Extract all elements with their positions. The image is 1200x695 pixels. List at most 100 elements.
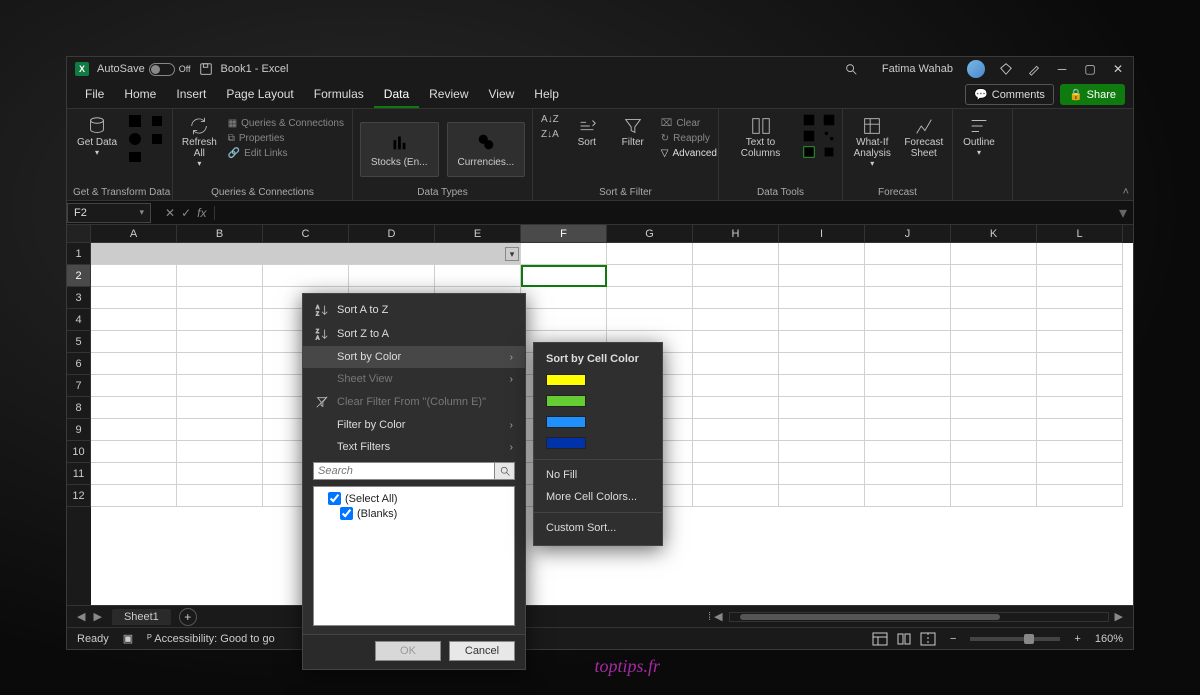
normal-view-icon[interactable] — [872, 632, 888, 646]
row-header[interactable]: 11 — [67, 463, 91, 485]
col-header[interactable]: F — [521, 225, 607, 243]
clear-filter-button[interactable]: ⌧ Clear — [659, 117, 719, 130]
zoom-slider[interactable] — [970, 637, 1060, 641]
maximize-icon[interactable]: ▢ — [1083, 62, 1097, 76]
color-swatch[interactable] — [534, 413, 662, 434]
checkbox[interactable] — [340, 507, 353, 520]
properties-button[interactable]: ⧉ Properties — [226, 132, 346, 145]
col-header[interactable]: J — [865, 225, 951, 243]
tab-data[interactable]: Data — [374, 82, 419, 108]
row-header[interactable]: 4 — [67, 309, 91, 331]
text-to-columns-button[interactable]: Text to Columns — [725, 113, 796, 161]
row-header[interactable]: 2 — [67, 265, 91, 287]
row-header[interactable]: 12 — [67, 485, 91, 507]
tab-view[interactable]: View — [479, 82, 525, 108]
edit-links-button[interactable]: 🔗 Edit Links — [226, 147, 346, 160]
sheet-tab[interactable]: Sheet1 — [112, 609, 171, 625]
col-header[interactable]: C — [263, 225, 349, 243]
advanced-filter-button[interactable]: ▽ Advanced — [659, 147, 719, 160]
remove-dup-icon[interactable] — [802, 129, 816, 143]
row-header[interactable]: 3 — [67, 287, 91, 309]
color-swatch[interactable] — [534, 392, 662, 413]
sort-za-icon[interactable]: Z↓A — [539, 128, 561, 141]
zoom-out-icon[interactable]: − — [950, 633, 956, 645]
tab-home[interactable]: Home — [114, 82, 166, 108]
close-icon[interactable]: ✕ — [1111, 62, 1125, 76]
ok-button[interactable]: OK — [375, 641, 441, 661]
text-filters-item[interactable]: Text Filters › — [303, 436, 525, 458]
col-header[interactable]: L — [1037, 225, 1123, 243]
row-header[interactable]: 6 — [67, 353, 91, 375]
stocks-button[interactable]: Stocks (En... — [360, 122, 439, 177]
filter-search-input[interactable] — [313, 462, 495, 480]
sort-az-item[interactable]: AZ Sort A to Z — [303, 298, 525, 322]
autosave-toggle[interactable]: AutoSave Off — [97, 63, 191, 76]
diamond-icon[interactable] — [999, 62, 1013, 76]
select-all-corner[interactable] — [67, 225, 91, 243]
sort-za-item[interactable]: ZA Sort Z to A — [303, 322, 525, 346]
recent-sources-icon[interactable] — [149, 113, 165, 129]
next-sheet-icon[interactable]: ▶ — [93, 610, 101, 623]
color-swatch[interactable] — [534, 371, 662, 392]
row-header[interactable]: 9 — [67, 419, 91, 441]
data-val-icon[interactable] — [802, 145, 816, 159]
existing-conn-icon[interactable] — [149, 131, 165, 147]
collapse-ribbon-icon[interactable]: ˄ — [1123, 186, 1129, 198]
checkbox[interactable] — [328, 492, 341, 505]
fx-icon[interactable]: fx — [197, 206, 206, 220]
cancel-formula-icon[interactable]: ✕ — [165, 206, 175, 220]
tab-page-layout[interactable]: Page Layout — [216, 82, 303, 108]
color-swatch[interactable] — [534, 434, 662, 455]
search-icon[interactable] — [495, 462, 515, 480]
col-header[interactable]: K — [951, 225, 1037, 243]
row-header[interactable]: 5 — [67, 331, 91, 353]
share-button[interactable]: 🔒 Share — [1060, 84, 1125, 105]
sort-button[interactable]: Sort — [567, 113, 607, 150]
data-model-icon[interactable] — [822, 145, 836, 159]
page-break-view-icon[interactable] — [920, 632, 936, 646]
flash-fill-icon[interactable] — [802, 113, 816, 127]
page-layout-view-icon[interactable] — [896, 632, 912, 646]
col-header[interactable]: D — [349, 225, 435, 243]
tab-review[interactable]: Review — [419, 82, 478, 108]
prev-sheet-icon[interactable]: ◀ — [77, 610, 85, 623]
user-name[interactable]: Fatima Wahab — [882, 63, 953, 75]
forecast-sheet-button[interactable]: Forecast Sheet — [902, 113, 946, 161]
row-header[interactable]: 1 — [67, 243, 91, 265]
from-table-icon[interactable] — [127, 149, 143, 165]
currencies-button[interactable]: Currencies... — [447, 122, 526, 177]
from-web-icon[interactable] — [127, 131, 143, 147]
toggle-off-icon[interactable] — [149, 63, 175, 76]
tab-insert[interactable]: Insert — [166, 82, 216, 108]
custom-sort-item[interactable]: Custom Sort... — [534, 517, 662, 539]
relationships-icon[interactable] — [822, 129, 836, 143]
row-header[interactable]: 7 — [67, 375, 91, 397]
from-text-icon[interactable] — [127, 113, 143, 129]
sort-by-color-item[interactable]: Sort by Color › — [303, 346, 525, 368]
col-header[interactable]: B — [177, 225, 263, 243]
filter-button[interactable]: Filter — [613, 113, 653, 150]
col-header[interactable]: I — [779, 225, 865, 243]
pen-icon[interactable] — [1027, 62, 1041, 76]
enter-formula-icon[interactable]: ✓ — [181, 206, 191, 220]
more-colors-item[interactable]: More Cell Colors... — [534, 486, 662, 508]
filter-values-list[interactable]: (Select All) (Blanks) — [313, 486, 515, 626]
tab-formulas[interactable]: Formulas — [304, 82, 374, 108]
row-header[interactable]: 8 — [67, 397, 91, 419]
accessibility-status[interactable]: ᴾ Accessibility: Good to go — [147, 633, 275, 645]
minimize-icon[interactable]: ─ — [1055, 62, 1069, 76]
filter-by-color-item[interactable]: Filter by Color › — [303, 414, 525, 436]
tab-file[interactable]: File — [75, 82, 114, 108]
macro-record-icon[interactable]: ▣ — [123, 632, 133, 645]
outline-button[interactable]: Outline ▾ — [959, 113, 999, 159]
col-header[interactable]: H — [693, 225, 779, 243]
expand-formula-icon[interactable]: ▾ — [1113, 203, 1133, 223]
col-header[interactable]: E — [435, 225, 521, 243]
horizontal-scrollbar[interactable] — [729, 612, 1109, 622]
refresh-all-button[interactable]: Refresh All ▾ — [179, 113, 220, 170]
sort-az-icon[interactable]: A↓Z — [539, 113, 561, 126]
reapply-button[interactable]: ↻ Reapply — [659, 132, 719, 145]
col-header[interactable]: G — [607, 225, 693, 243]
save-icon[interactable] — [199, 62, 213, 76]
zoom-in-icon[interactable]: + — [1074, 633, 1080, 645]
